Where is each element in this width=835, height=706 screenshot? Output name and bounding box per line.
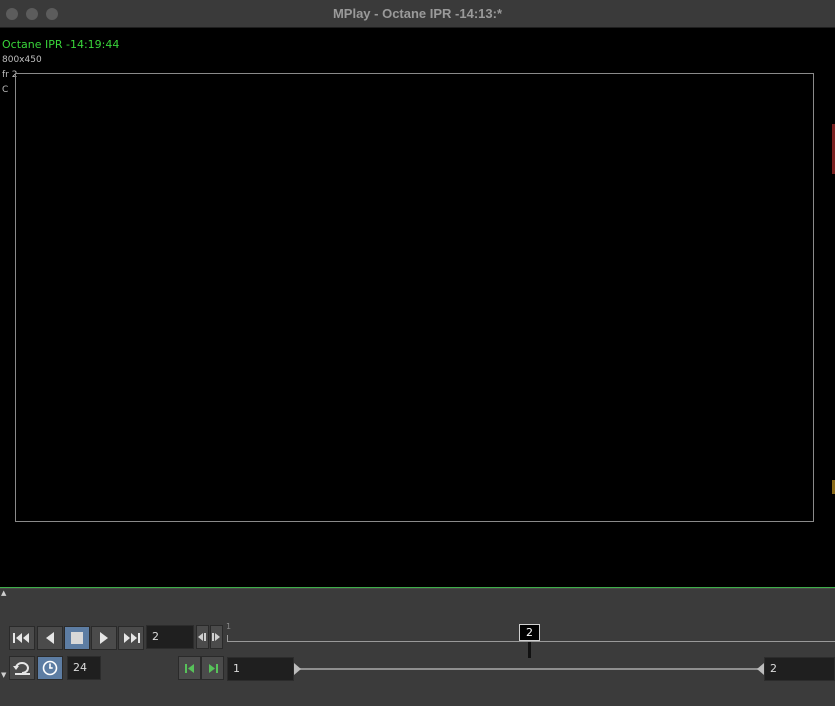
current-frame-field[interactable]: 2: [146, 625, 194, 649]
set-range-start-button[interactable]: [178, 656, 201, 680]
timeline-start-label: 1: [226, 622, 232, 631]
play-forward-icon: [100, 632, 108, 644]
play-reverse-icon: [46, 632, 54, 644]
skip-to-end-icon: [124, 633, 140, 643]
set-range-start-icon: [184, 663, 194, 673]
set-range-end-icon: [208, 663, 218, 673]
skip-to-start-icon: [13, 633, 29, 643]
frame-range-track[interactable]: [297, 668, 763, 670]
go-to-end-button[interactable]: [118, 626, 144, 650]
collapse-down-icon[interactable]: ▼: [1, 671, 6, 679]
step-next-frame-icon: [212, 633, 220, 641]
loop-mode-button[interactable]: [9, 656, 35, 680]
go-to-start-button[interactable]: [9, 626, 35, 650]
set-range-end-button[interactable]: [201, 656, 224, 680]
render-name-label: Octane IPR -14:19:44: [2, 38, 120, 51]
range-start-handle[interactable]: [294, 663, 301, 675]
play-reverse-button[interactable]: [37, 626, 63, 650]
stop-icon: [71, 632, 83, 644]
render-viewport[interactable]: Octane IPR -14:19:44 800x450 fr 2 C: [0, 28, 835, 587]
realtime-toggle-button[interactable]: [37, 656, 63, 680]
step-next-frame-button[interactable]: [210, 625, 223, 649]
range-end-handle[interactable]: [757, 663, 764, 675]
render-region-frame: [15, 73, 814, 522]
realtime-clock-icon: [42, 660, 58, 676]
play-forward-button[interactable]: [91, 626, 117, 650]
timeline-track[interactable]: [227, 641, 835, 642]
fps-field[interactable]: 24: [67, 656, 101, 680]
timeline-cursor-label[interactable]: 2: [519, 624, 540, 641]
title-bar[interactable]: MPlay - Octane IPR -14:13:*: [0, 0, 835, 28]
collapse-up-icon[interactable]: ▲: [1, 589, 6, 597]
channel-label: C: [2, 85, 9, 95]
loop-mode-icon: [13, 662, 30, 675]
timeline-cursor[interactable]: [528, 642, 531, 658]
mplay-window: MPlay - Octane IPR -14:13:* Octane IPR -…: [0, 0, 835, 706]
range-end-field[interactable]: 2: [764, 657, 835, 681]
stop-button[interactable]: [64, 626, 90, 650]
range-start-field[interactable]: 1: [227, 657, 294, 681]
step-prev-frame-icon: [198, 633, 206, 641]
resolution-label: 800x450: [2, 55, 42, 65]
window-title: MPlay - Octane IPR -14:13:*: [332, 6, 503, 21]
step-prev-frame-button[interactable]: [196, 625, 209, 649]
